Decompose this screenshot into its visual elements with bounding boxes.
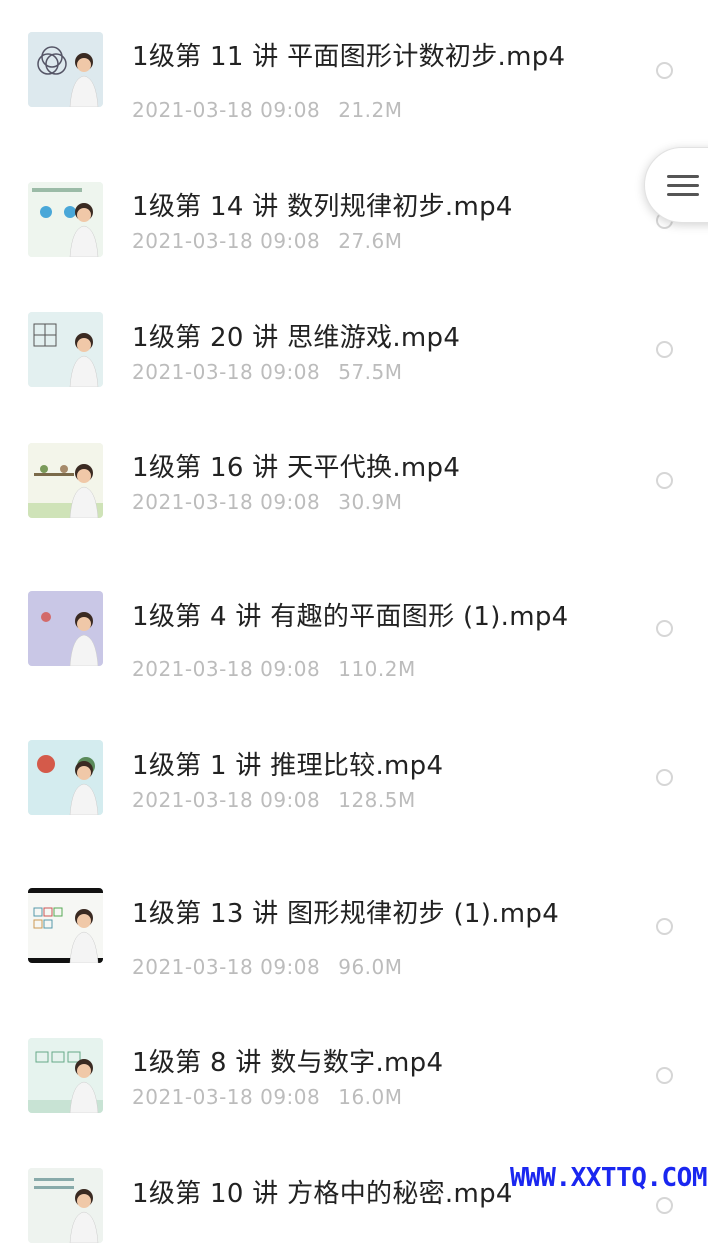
file-row[interactable]: 1级第 10 讲 方格中的秘密.mp4 [0, 0, 708, 1243]
file-size: 30.9M [338, 490, 403, 514]
select-radio[interactable] [656, 1067, 673, 1084]
file-size: 96.0M [338, 955, 403, 979]
file-title: 1级第 10 讲 方格中的秘密.mp4 [132, 1179, 513, 1209]
file-title: 1级第 13 讲 图形规律初步 (1).mp4 [132, 899, 560, 929]
file-meta [132, 1216, 150, 1240]
file-date: 2021-03-18 09:08 [132, 360, 321, 384]
file-meta: 2021-03-18 09:08 110.2M [132, 657, 416, 681]
file-size: 57.5M [338, 360, 403, 384]
file-size: 128.5M [338, 788, 416, 812]
file-title: 1级第 14 讲 数列规律初步.mp4 [132, 192, 513, 222]
file-meta: 2021-03-18 09:08 27.6M [132, 229, 403, 253]
select-radio[interactable] [656, 918, 673, 935]
video-thumbnail[interactable] [28, 443, 103, 518]
file-date: 2021-03-18 09:08 [132, 955, 321, 979]
file-title: 1级第 4 讲 有趣的平面图形 (1).mp4 [132, 602, 569, 632]
watermark: WWW.XXTTQ.COM [510, 1163, 708, 1193]
video-thumbnail[interactable] [28, 888, 103, 963]
select-radio[interactable] [656, 472, 673, 489]
file-size: 16.0M [338, 1085, 403, 1109]
select-radio[interactable] [656, 341, 673, 358]
file-meta: 2021-03-18 09:08 16.0M [132, 1085, 403, 1109]
video-thumbnail[interactable] [28, 312, 103, 387]
video-thumbnail[interactable] [28, 1168, 103, 1243]
video-thumbnail[interactable] [28, 740, 103, 815]
file-date: 2021-03-18 09:08 [132, 490, 321, 514]
file-list: 1级第 11 讲 平面图形计数初步.mp4 2021-03-18 09:08 21.… [0, 0, 708, 1243]
file-date: 2021-03-18 09:08 [132, 788, 321, 812]
file-size: 27.6M [338, 229, 403, 253]
file-meta: 2021-03-18 09:08 128.5M [132, 788, 416, 812]
video-thumbnail[interactable] [28, 591, 103, 666]
video-thumbnail[interactable] [28, 182, 103, 257]
select-radio[interactable] [656, 769, 673, 786]
video-thumbnail[interactable] [28, 1038, 103, 1113]
file-title: 1级第 16 讲 天平代换.mp4 [132, 453, 461, 483]
file-meta: 2021-03-18 09:08 96.0M [132, 955, 403, 979]
file-title: 1级第 1 讲 推理比较.mp4 [132, 751, 444, 781]
file-date: 2021-03-18 09:08 [132, 657, 321, 681]
select-radio[interactable] [656, 620, 673, 637]
file-size: 110.2M [338, 657, 416, 681]
file-meta: 2021-03-18 09:08 57.5M [132, 360, 403, 384]
file-title: 1级第 20 讲 思维游戏.mp4 [132, 323, 461, 353]
file-meta: 2021-03-18 09:08 30.9M [132, 490, 403, 514]
file-title: 1级第 8 讲 数与数字.mp4 [132, 1048, 444, 1078]
file-date: 2021-03-18 09:08 [132, 229, 321, 253]
file-date: 2021-03-18 09:08 [132, 1085, 321, 1109]
